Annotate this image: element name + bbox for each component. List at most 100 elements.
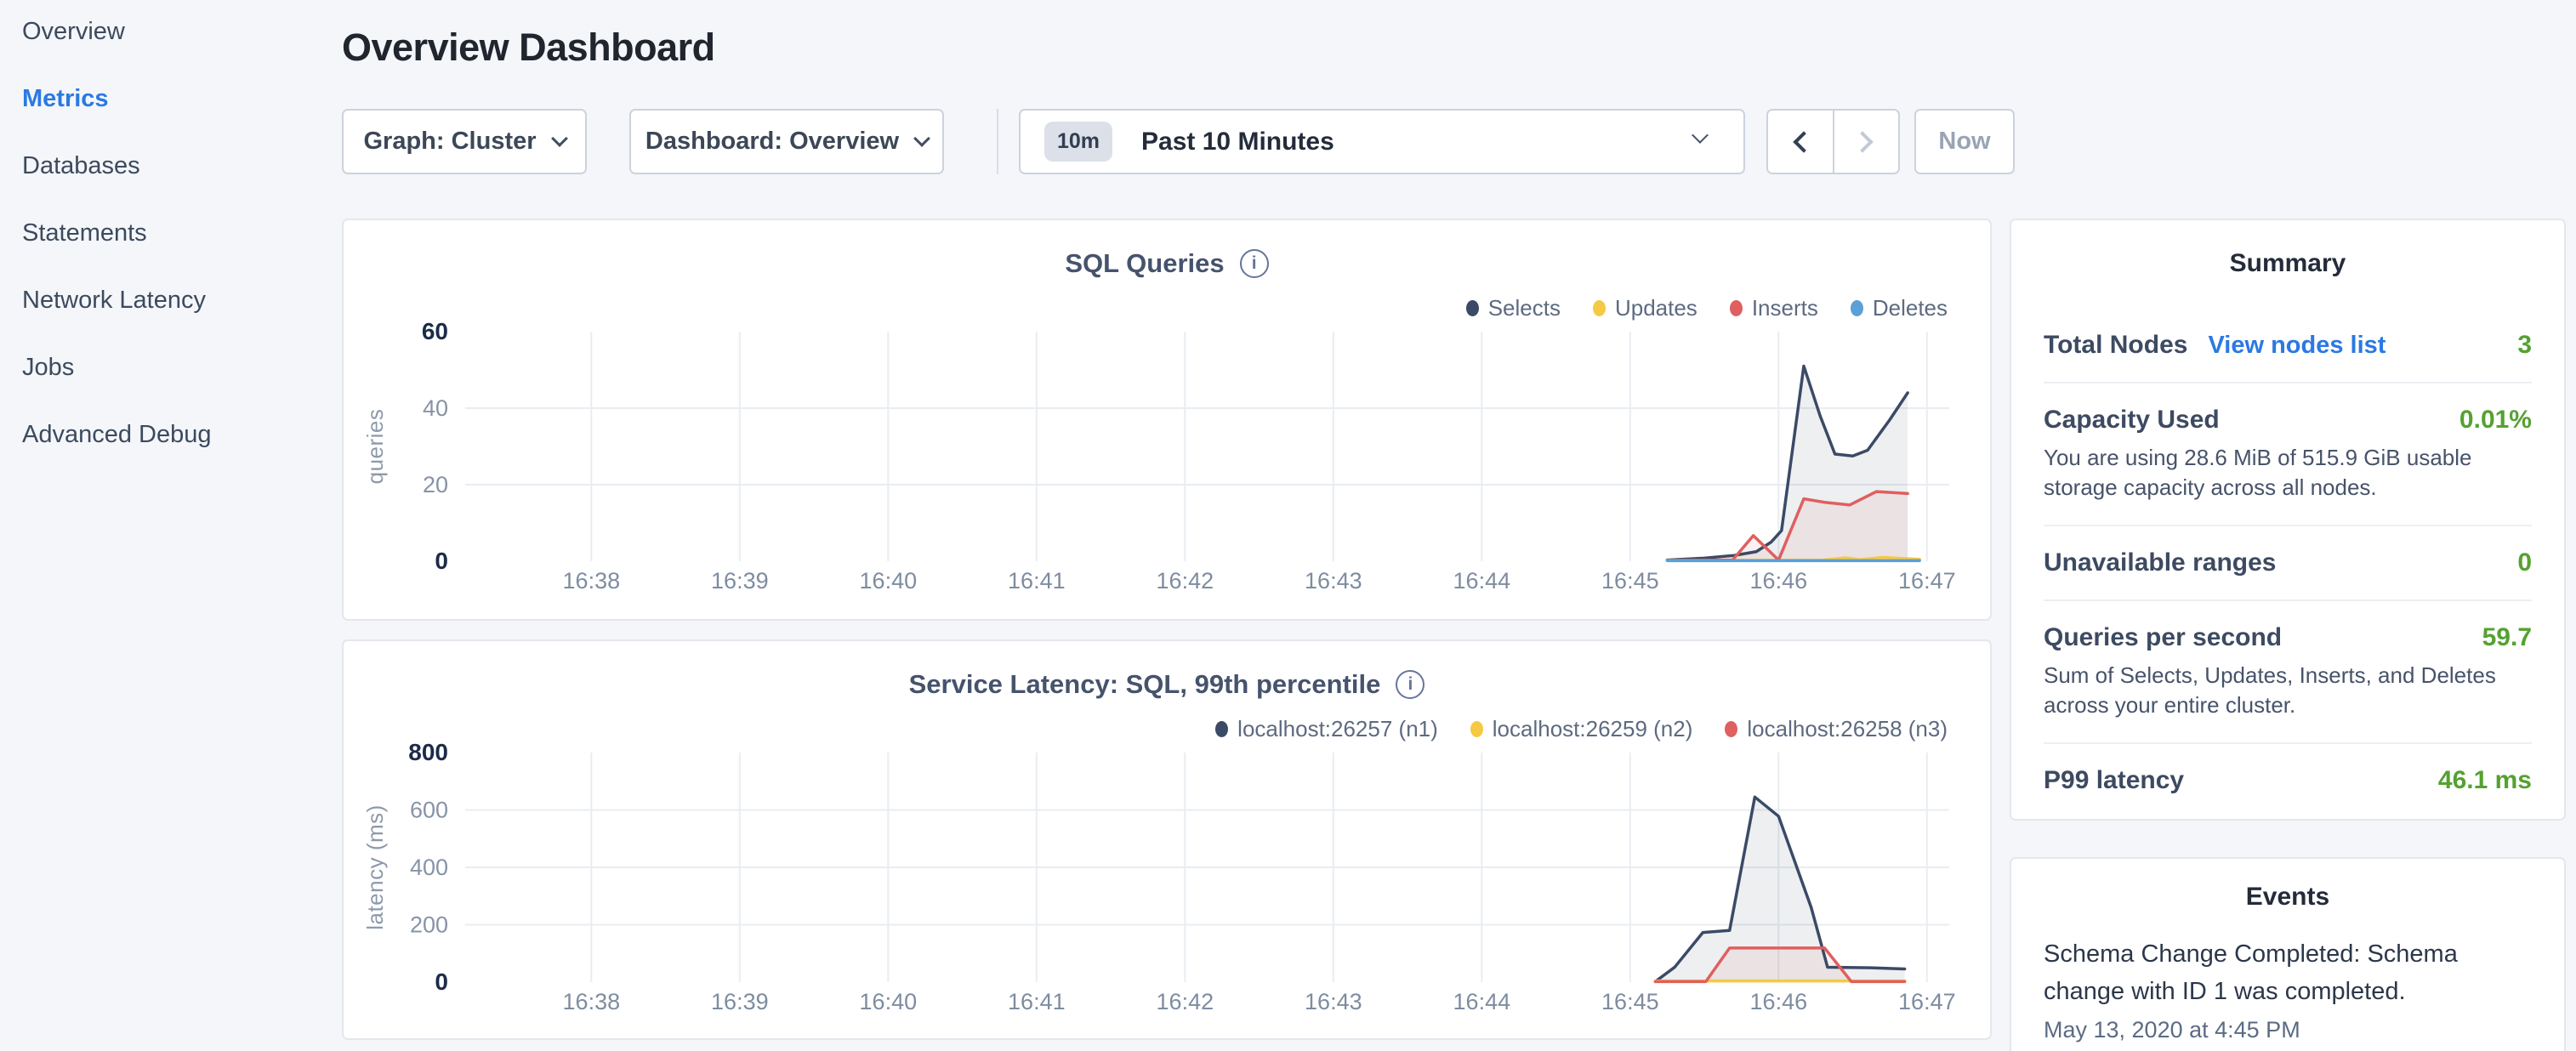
svg-text:16:43: 16:43 (1305, 989, 1362, 1014)
sql-queries-legend: Selects Updates Inserts Deletes (1466, 295, 1948, 321)
time-window-label: Past 10 Minutes (1141, 128, 1334, 156)
svg-text:0: 0 (435, 969, 448, 995)
qps-value: 59.7 (2482, 623, 2532, 652)
chevron-left-icon (1793, 131, 1814, 152)
chevron-down-icon (913, 130, 930, 147)
sidebar-list: Overview Metrics Databases Statements Networ… (0, 12, 342, 454)
capacity-used-label: Capacity Used (2044, 406, 2220, 435)
svg-text:16:42: 16:42 (1157, 989, 1214, 1014)
legend-item[interactable]: Inserts (1730, 295, 1818, 321)
now-button[interactable]: Now (1914, 109, 2015, 174)
svg-text:16:41: 16:41 (1008, 568, 1066, 594)
service-latency-plot[interactable]: 16:38 16:39 16:40 16:41 16:42 16:43 16:44 16:45… (344, 741, 1990, 1039)
svg-text:16:45: 16:45 (1601, 568, 1659, 594)
qps-desc: Sum of Selects, Updates, Inserts, and De… (2044, 661, 2532, 720)
legend-dot-icon (1851, 300, 1863, 316)
graph-dropdown-label: Graph: Cluster (363, 128, 536, 156)
svg-text:16:47: 16:47 (1898, 568, 1956, 594)
svg-text:800: 800 (408, 741, 448, 765)
svg-text:16:38: 16:38 (563, 989, 621, 1014)
chart-title: Service Latency: SQL, 99th percentile (909, 669, 1381, 700)
time-window-selector[interactable]: 10m Past 10 Minutes (1019, 109, 1745, 174)
svg-text:16:38: 16:38 (563, 568, 621, 594)
legend-dot-icon (1215, 721, 1228, 737)
svg-text:16:47: 16:47 (1898, 989, 1956, 1014)
sidebar-item-metrics[interactable]: Metrics (0, 79, 342, 118)
svg-text:latency (ms): latency (ms) (362, 804, 388, 930)
svg-text:16:44: 16:44 (1453, 568, 1511, 594)
next-time-button[interactable] (1834, 111, 1899, 173)
info-icon[interactable] (1240, 249, 1269, 278)
event-timestamp: May 13, 2020 at 4:45 PM (2044, 1017, 2532, 1043)
qps-label: Queries per second (2044, 623, 2282, 652)
svg-text:16:43: 16:43 (1305, 568, 1362, 594)
unavailable-ranges-value: 0 (2517, 548, 2532, 577)
dashboard-dropdown[interactable]: Dashboard: Overview (629, 109, 944, 174)
summary-row-qps: Queries per second 59.7 Sum of Selects, … (2044, 599, 2532, 742)
chevron-down-icon (551, 130, 568, 147)
p99-latency-label: P99 latency (2044, 766, 2184, 795)
legend-item[interactable]: localhost:26259 (n2) (1470, 716, 1693, 742)
capacity-used-value: 0.01% (2459, 406, 2532, 435)
legend-item[interactable]: Deletes (1851, 295, 1948, 321)
summary-panel: Summary Total Nodes View nodes list 3 Ca… (2010, 219, 2566, 821)
sidebar-item-databases[interactable]: Databases (0, 146, 342, 185)
svg-text:16:41: 16:41 (1008, 989, 1066, 1014)
svg-text:60: 60 (422, 321, 448, 344)
svg-text:40: 40 (423, 395, 448, 421)
svg-text:queries: queries (362, 409, 388, 485)
svg-text:16:45: 16:45 (1601, 989, 1659, 1014)
sidebar-nav: Overview Metrics Databases Statements Networ… (0, 0, 342, 1051)
sql-queries-chart-card: SQL Queries Selects Updates Inserts Deletes… (342, 219, 1992, 621)
legend-dot-icon (1470, 721, 1483, 737)
chevron-right-icon (1852, 131, 1874, 152)
svg-text:400: 400 (410, 855, 448, 880)
svg-text:16:44: 16:44 (1453, 989, 1511, 1014)
capacity-used-desc: You are using 28.6 MiB of 515.9 GiB usab… (2044, 443, 2532, 503)
svg-text:20: 20 (423, 472, 448, 497)
total-nodes-label: Total Nodes (2044, 331, 2187, 360)
legend-dot-icon (1593, 300, 1606, 316)
sql-queries-plot[interactable]: 16:38 16:39 16:40 16:41 16:42 16:43 16:44 16:45… (344, 321, 1990, 618)
legend-dot-icon (1466, 300, 1479, 316)
chevron-down-icon (1692, 127, 1709, 144)
info-icon[interactable] (1396, 670, 1424, 699)
sidebar-item-statements[interactable]: Statements (0, 213, 342, 253)
legend-item[interactable]: localhost:26257 (n1) (1215, 716, 1438, 742)
page-title: Overview Dashboard (342, 24, 715, 71)
events-title: Events (2044, 883, 2532, 912)
sidebar-item-jobs[interactable]: Jobs (0, 348, 342, 387)
sidebar-item-overview[interactable]: Overview (0, 12, 342, 51)
unavailable-ranges-label: Unavailable ranges (2044, 548, 2276, 577)
svg-text:200: 200 (410, 912, 448, 938)
view-nodes-list-link[interactable]: View nodes list (2208, 332, 2386, 360)
toolbar-divider (997, 109, 998, 174)
sidebar-item-advanced-debug[interactable]: Advanced Debug (0, 415, 342, 454)
service-latency-chart-card: Service Latency: SQL, 99th percentile lo… (342, 639, 1992, 1040)
time-step-group (1766, 109, 1900, 174)
svg-text:0: 0 (435, 548, 448, 574)
chart-title: SQL Queries (1065, 248, 1224, 279)
summary-title: Summary (2044, 249, 2532, 278)
svg-text:600: 600 (410, 798, 448, 823)
legend-item[interactable]: Updates (1593, 295, 1697, 321)
graph-dropdown[interactable]: Graph: Cluster (342, 109, 587, 174)
summary-row-unavailable-ranges: Unavailable ranges 0 (2044, 525, 2532, 599)
p99-latency-value: 46.1 ms (2438, 766, 2532, 795)
prev-time-button[interactable] (1768, 111, 1834, 173)
service-latency-legend: localhost:26257 (n1) localhost:26259 (n2)… (1215, 716, 1948, 742)
legend-item[interactable]: Selects (1466, 295, 1561, 321)
svg-text:16:39: 16:39 (711, 568, 769, 594)
summary-row-p99: P99 latency 46.1 ms (2044, 742, 2532, 817)
legend-item[interactable]: localhost:26258 (n3) (1725, 716, 1948, 742)
legend-dot-icon (1730, 300, 1743, 316)
event-item: Schema Change Completed: Schema change w… (2044, 935, 2532, 1010)
sidebar-item-network-latency[interactable]: Network Latency (0, 281, 342, 320)
summary-row-capacity: Capacity Used 0.01% You are using 28.6 M… (2044, 382, 2532, 525)
svg-text:16:46: 16:46 (1750, 989, 1808, 1014)
svg-text:16:46: 16:46 (1750, 568, 1808, 594)
svg-text:16:40: 16:40 (860, 568, 918, 594)
svg-text:16:39: 16:39 (711, 989, 769, 1014)
svg-text:16:40: 16:40 (860, 989, 918, 1014)
svg-text:16:42: 16:42 (1157, 568, 1214, 594)
